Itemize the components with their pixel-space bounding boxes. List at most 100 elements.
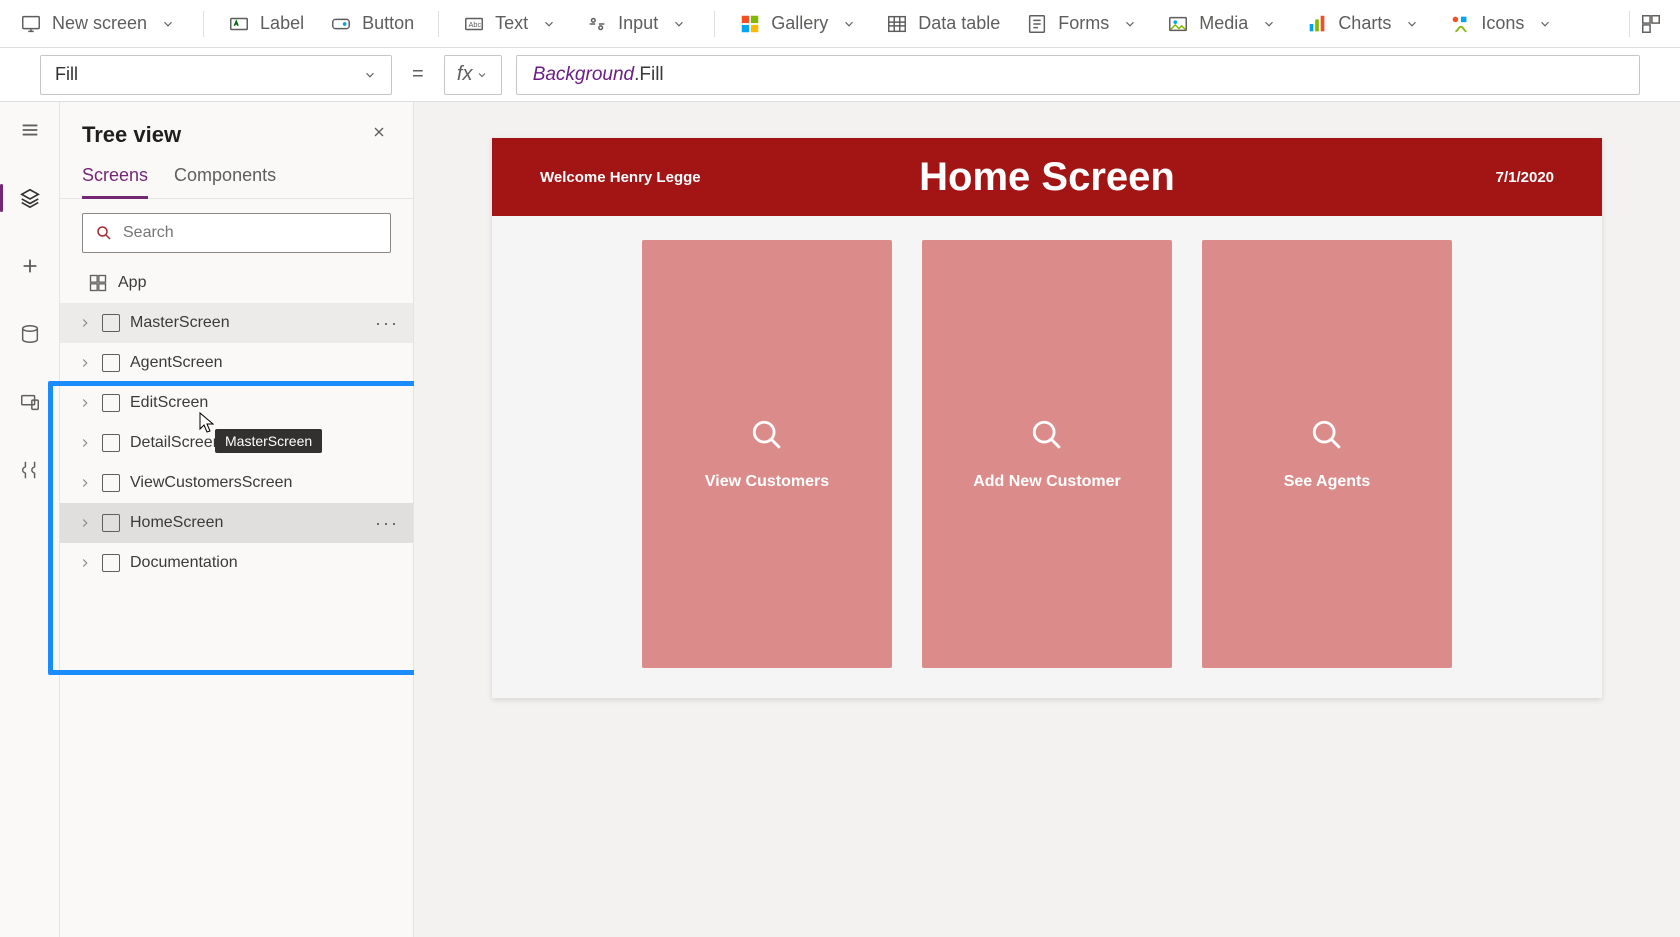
tree-view-title: Tree view	[82, 122, 181, 148]
search-icon	[95, 224, 113, 242]
tools-button[interactable]	[10, 450, 50, 490]
card-label: View Customers	[705, 473, 829, 491]
tree-search[interactable]	[82, 213, 391, 253]
card-add-customer[interactable]: Add New Customer	[922, 240, 1172, 668]
tree-item-label: DetailScreen	[130, 434, 222, 452]
icons-icon	[1449, 13, 1471, 35]
property-dropdown[interactable]: Fill	[40, 55, 392, 95]
tree-item-documentation[interactable]: Documentation ···	[60, 543, 413, 583]
new-screen-button[interactable]: New screen	[18, 9, 181, 39]
chevron-right-icon	[78, 436, 92, 450]
hamburger-icon	[19, 119, 41, 141]
screen-icon	[102, 354, 120, 372]
database-icon	[19, 323, 41, 345]
plus-icon	[19, 255, 41, 277]
fx-button[interactable]: fx	[444, 55, 502, 95]
chevron-down-icon	[538, 17, 560, 31]
insert-ribbon: New screen Label Button Abc Text Input G…	[0, 0, 1680, 48]
canvas-title: Home Screen	[492, 155, 1602, 200]
data-button[interactable]	[10, 314, 50, 354]
media-icon	[1167, 13, 1189, 35]
input-icon	[586, 13, 608, 35]
tree-item-master[interactable]: MasterScreen ···	[60, 303, 413, 343]
data-table-label: Data table	[918, 13, 1000, 34]
left-rail	[0, 102, 60, 937]
tree-item-app[interactable]: App	[60, 263, 413, 303]
search-icon	[1310, 418, 1344, 457]
tree-item-label: AgentScreen	[130, 354, 223, 372]
fx-label: fx	[457, 63, 473, 86]
chevron-down-icon	[1401, 17, 1423, 31]
formula-object: Background	[533, 64, 634, 86]
tree-search-input[interactable]	[123, 224, 378, 242]
chevron-right-icon	[78, 396, 92, 410]
chevron-down-icon	[1534, 17, 1556, 31]
label-text: Label	[260, 13, 304, 34]
screen-icon	[102, 394, 120, 412]
gallery-button[interactable]: Gallery	[737, 9, 862, 39]
canvas-area: Welcome Henry Legge Home Screen 7/1/2020…	[414, 102, 1680, 937]
separator	[203, 11, 204, 37]
app-canvas[interactable]: Welcome Henry Legge Home Screen 7/1/2020…	[492, 138, 1602, 698]
card-see-agents[interactable]: See Agents	[1202, 240, 1452, 668]
app-icon	[88, 273, 108, 293]
tab-screens[interactable]: Screens	[82, 165, 148, 199]
chevron-down-icon	[1119, 17, 1141, 31]
tree-item-menu[interactable]: ···	[375, 513, 399, 534]
tree-item-home[interactable]: HomeScreen ···	[60, 503, 413, 543]
card-view-customers[interactable]: View Customers	[642, 240, 892, 668]
input-button[interactable]: Input	[584, 9, 692, 39]
tree-item-label: ViewCustomersScreen	[130, 474, 292, 492]
screen-icon	[102, 474, 120, 492]
chevron-down-icon	[476, 69, 488, 81]
tree-item-viewcustomers[interactable]: ViewCustomersScreen ···	[60, 463, 413, 503]
tree-body: App MasterScreen ··· AgentScreen ··· Edi…	[60, 263, 413, 583]
grid-icon[interactable]	[1640, 13, 1662, 35]
search-icon	[1030, 418, 1064, 457]
button-text: Button	[362, 13, 414, 34]
chevron-down-icon	[1258, 17, 1280, 31]
icons-button[interactable]: Icons	[1447, 9, 1558, 39]
label-button[interactable]: Label	[226, 9, 306, 39]
chevron-right-icon	[78, 316, 92, 330]
equals-sign: =	[406, 63, 430, 86]
main-area: Tree view Screens Components App Ma	[0, 102, 1680, 937]
new-screen-label: New screen	[52, 13, 147, 34]
tree-item-label: Documentation	[130, 554, 238, 572]
screen-icon	[102, 434, 120, 452]
tab-components[interactable]: Components	[174, 165, 276, 198]
search-icon	[750, 418, 784, 457]
devices-icon	[19, 391, 41, 413]
hamburger-button[interactable]	[10, 110, 50, 150]
canvas-header: Welcome Henry Legge Home Screen 7/1/2020	[492, 138, 1602, 216]
formula-prop: Fill	[639, 64, 663, 86]
tree-view-panel: Tree view Screens Components App Ma	[60, 102, 414, 937]
separator	[1629, 11, 1630, 37]
chevron-down-icon	[668, 17, 690, 31]
screen-icon	[102, 554, 120, 572]
screen-icon	[102, 514, 120, 532]
formula-input[interactable]: Background.Fill	[516, 55, 1640, 95]
tree-item-agent[interactable]: AgentScreen ···	[60, 343, 413, 383]
chevron-right-icon	[78, 556, 92, 570]
tree-item-label: App	[118, 274, 146, 292]
icons-label: Icons	[1481, 13, 1524, 34]
gallery-label: Gallery	[771, 13, 828, 34]
insert-button[interactable]	[10, 246, 50, 286]
tree-item-menu[interactable]: ···	[375, 313, 399, 334]
close-panel-button[interactable]	[367, 120, 391, 149]
forms-label: Forms	[1058, 13, 1109, 34]
separator	[714, 11, 715, 37]
tree-item-edit[interactable]: EditScreen ···	[60, 383, 413, 423]
media-button[interactable]: Media	[1165, 9, 1282, 39]
media-panel-button[interactable]	[10, 382, 50, 422]
text-button[interactable]: Abc Text	[461, 9, 562, 39]
tree-view-button[interactable]	[10, 178, 50, 218]
tools-icon	[19, 459, 41, 481]
charts-button[interactable]: Charts	[1304, 9, 1425, 39]
gallery-icon	[739, 13, 761, 35]
button-button[interactable]: Button	[328, 9, 416, 39]
forms-button[interactable]: Forms	[1024, 9, 1143, 39]
data-table-button[interactable]: Data table	[884, 9, 1002, 39]
label-icon	[228, 13, 250, 35]
